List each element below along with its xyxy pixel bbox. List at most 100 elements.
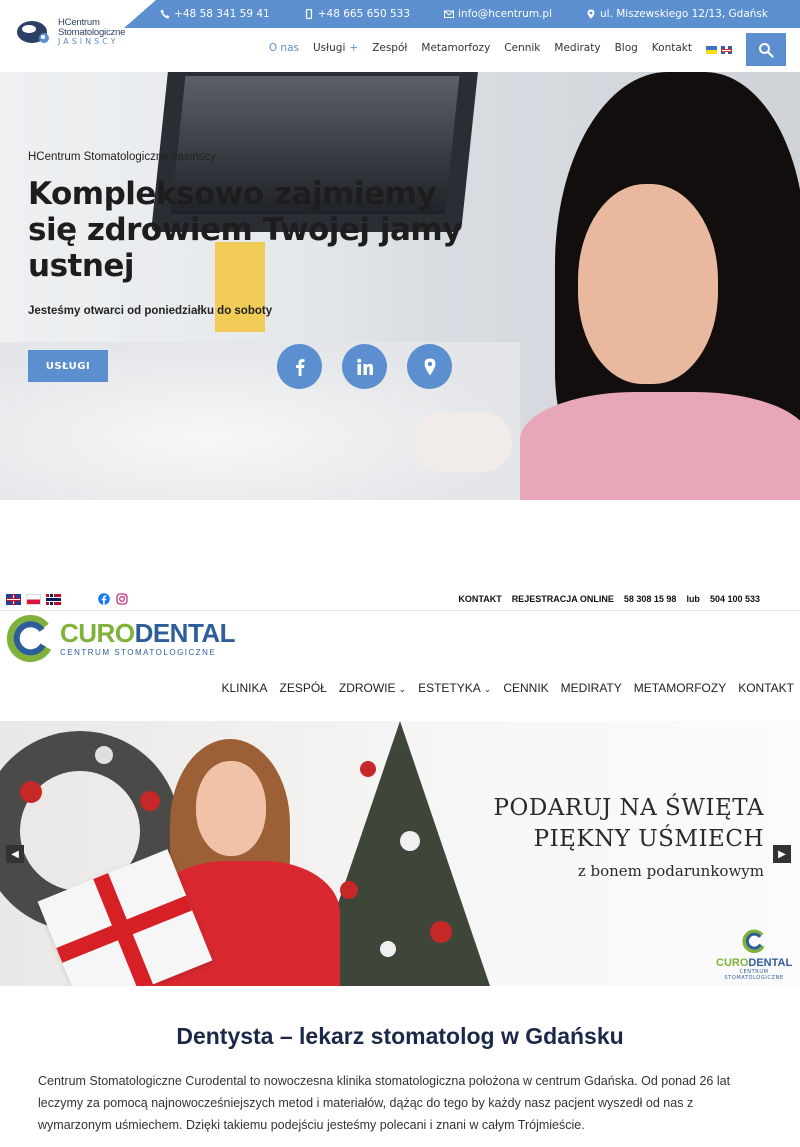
hcentrum-header: HCentrum Stomatologiczne JASINSCY +48 58… [0, 0, 800, 72]
location-icon [424, 358, 435, 375]
slider-next-button[interactable]: ▶ [773, 845, 791, 863]
nav-cennik[interactable]: Cennik [504, 42, 540, 54]
uk-flag-icon[interactable] [721, 46, 732, 54]
logo-line-3: JASINSCY [58, 37, 119, 46]
linkedin-button[interactable] [342, 344, 387, 389]
nav-blog[interactable]: Blog [615, 42, 638, 54]
ukraine-flag-icon[interactable] [706, 46, 717, 54]
topbar-email[interactable]: info@hcentrum.pl [444, 8, 552, 20]
hero-subheadline: z bonem podarunkowym [577, 862, 764, 880]
mini-logo-curo: CURO [716, 957, 749, 969]
nav-kontakt[interactable]: Kontakt [652, 42, 692, 54]
nav-zdrowie-label: ZDROWIE [338, 681, 396, 695]
ornament [140, 791, 160, 811]
nav-mediraty[interactable]: Mediraty [554, 42, 600, 54]
curodental-logo-name: CURODENTAL [60, 617, 236, 648]
poland-flag-icon[interactable] [26, 594, 41, 605]
map-pin-icon [587, 9, 595, 19]
nav-zespol[interactable]: ZESPÓŁ [280, 681, 327, 695]
hero-subtitle: HCentrum Stomatologiczne Jasińscy [28, 151, 216, 163]
ornament [380, 941, 396, 957]
norway-flag-icon[interactable] [46, 594, 61, 605]
phone-2-text: +48 665 650 533 [317, 8, 411, 20]
uk-flag-icon[interactable] [6, 594, 21, 605]
linkedin-icon [356, 358, 373, 375]
facebook-button[interactable] [277, 344, 322, 389]
nav-estetyka-label: ESTETYKA [418, 681, 481, 695]
nav-uslugi[interactable]: Usługi + [313, 42, 358, 54]
curodental-logo-icon [742, 929, 765, 953]
facebook-icon[interactable] [98, 593, 110, 605]
nav-zespol[interactable]: Zespół [372, 42, 407, 54]
hcentrum-main-nav: O nas Usługi + Zespół Metamorfozy Cennik … [269, 42, 692, 54]
woman-face [196, 761, 266, 856]
topbar-phone-2[interactable]: +48 665 650 533 [304, 8, 410, 20]
mini-logo-tagline: CENTRUM STOMATOLOGICZNE [724, 969, 784, 981]
logo-line-2: Stomatologiczne [58, 26, 126, 38]
nav-metamorfozy[interactable]: Metamorfozy [421, 42, 490, 54]
contact-link[interactable]: KONTAKT [458, 594, 501, 604]
online-registration-link[interactable]: REJESTRACJA ONLINE [512, 594, 614, 604]
hcentrum-topbar: +48 58 341 59 41 +48 665 650 533 info@hc… [124, 0, 800, 28]
ornament [95, 746, 113, 764]
location-button[interactable] [407, 344, 452, 389]
instagram-icon[interactable] [116, 593, 128, 605]
hero-headline-line-1: PODARUJ NA ŚWIĘTA [493, 795, 764, 821]
chevron-down-icon: ⌄ [398, 684, 407, 694]
facebook-icon [295, 358, 304, 376]
slider-prev-button[interactable]: ◀ [6, 845, 24, 863]
nav-metamorfozy[interactable]: METAMORFOZY [634, 681, 726, 695]
ornament [340, 881, 358, 899]
language-switcher [706, 46, 732, 54]
nav-o-nas[interactable]: O nas [269, 42, 299, 54]
page-heading: Dentysta – lekarz stomatolog w Gdańsku [176, 1023, 624, 1049]
curodental-logo-tagline: CENTRUM STOMATOLOGICZNE [60, 647, 217, 657]
curodental-main-nav: KLINIKA ZESPÓŁ ZDROWIE ⌄ ESTETYKA ⌄ CENNIK… [221, 681, 794, 695]
phone-icon [160, 9, 170, 19]
nav-zdrowie[interactable]: ZDROWIE ⌄ [339, 681, 406, 695]
nav-uslugi-plus-icon: + [349, 42, 359, 54]
address-text: ul. Miszewskiego 12/13, Gdańsk [600, 8, 768, 20]
curodental-topbar: KONTAKT REJESTRACJA ONLINE 58 308 15 98 … [0, 589, 800, 611]
arrow-right-icon: ▶ [778, 848, 786, 860]
topbar-phone-1[interactable]: +48 58 341 59 41 [160, 8, 270, 20]
curodental-contact-links: KONTAKT REJESTRACJA ONLINE 58 308 15 98 … [458, 594, 760, 604]
hcentrum-hero [0, 72, 800, 500]
hcentrum-logo[interactable]: HCentrum Stomatologiczne JASINSCY [16, 18, 125, 46]
hero-glove [412, 412, 512, 472]
envelope-icon [444, 10, 455, 18]
search-icon [759, 42, 774, 58]
curodental-logo[interactable]: CURODENTAL CENTRUM STOMATOLOGICZNE [6, 614, 236, 662]
curodental-logo-icon [6, 615, 52, 662]
email-text: info@hcentrum.pl [458, 8, 552, 20]
hero-dentist-uniform [520, 392, 800, 500]
phone-1-link[interactable]: 58 308 15 98 [624, 594, 677, 604]
search-button[interactable] [746, 33, 786, 66]
curodental-language-switcher [6, 594, 61, 605]
mobile-icon [305, 9, 312, 19]
mini-logo-dental: DENTAL [748, 957, 793, 969]
curodental-hero-slider [0, 721, 800, 986]
nav-uslugi-label: Usługi [312, 42, 346, 54]
hero-headline-line-2: PIĘKNY UŚMIECH [533, 826, 764, 852]
nav-estetyka[interactable]: ESTETYKA ⌄ [418, 681, 491, 695]
services-button[interactable]: USŁUGI [28, 350, 108, 382]
ornament [360, 761, 376, 777]
logo-name-dental: DENTAL [134, 617, 236, 648]
ornament [20, 781, 42, 803]
hero-dentist-face [578, 184, 718, 384]
nav-mediraty[interactable]: MEDIRATY [561, 681, 622, 695]
topbar-address[interactable]: ul. Miszewskiego 12/13, Gdańsk [586, 8, 768, 20]
nav-klinika[interactable]: KLINIKA [221, 681, 267, 695]
hero-opening-hours: Jesteśmy otwarci od poniedziałku do sobo… [28, 305, 273, 317]
tooth-logo-icon [17, 21, 49, 43]
mini-logo-name: CURODENTAL [716, 957, 792, 969]
intro-paragraph: Centrum Stomatologiczne Curodental to no… [38, 1074, 731, 1132]
chevron-down-icon: ⌄ [483, 684, 492, 694]
nav-kontakt[interactable]: KONTAKT [738, 681, 794, 695]
nav-cennik[interactable]: CENNIK [503, 681, 548, 695]
phone-2-link[interactable]: 504 100 533 [710, 594, 760, 604]
logo-name-curo: CURO [60, 617, 135, 648]
ornament [430, 921, 452, 943]
or-text: lub [686, 594, 700, 604]
